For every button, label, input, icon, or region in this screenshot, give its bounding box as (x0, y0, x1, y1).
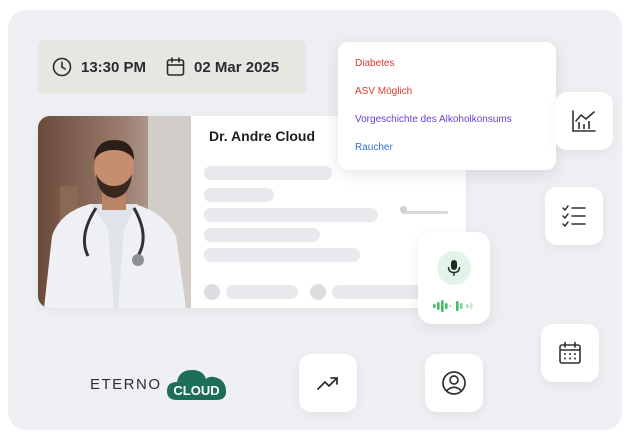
cloud-logo-icon: CLOUD (166, 370, 226, 400)
doctor-name: Dr. Andre Cloud (209, 128, 316, 144)
placeholder-line (204, 248, 360, 262)
analytics-button[interactable] (555, 92, 613, 150)
audio-waveform (433, 300, 473, 312)
time-display: 13:30 PM (52, 57, 146, 77)
tag-smoker[interactable]: Raucher (355, 141, 556, 169)
calendar-small-icon (166, 57, 185, 76)
date-display: 02 Mar 2025 (166, 57, 279, 77)
placeholder-line (204, 188, 274, 202)
avatar-placeholder (310, 284, 326, 300)
bar-chart-icon (572, 110, 596, 132)
placeholder-line (204, 166, 332, 180)
brand-logo: ETERNO CLOUD (90, 362, 229, 406)
voice-record-button[interactable] (418, 232, 490, 324)
checklist-icon (562, 205, 586, 228)
diagnosis-tags-card: Diabetes ASV Möglich Vorgeschichte des A… (338, 42, 556, 170)
microphone-icon (447, 260, 461, 276)
datetime-bar: 13:30 PM 02 Mar 2025 (38, 40, 306, 94)
progress-dot (400, 206, 407, 213)
logo-cloud-text: CLOUD (173, 383, 219, 398)
placeholder-line (226, 285, 298, 299)
user-circle-icon (442, 371, 466, 395)
mic-circle (437, 251, 471, 285)
profile-button[interactable] (425, 354, 483, 412)
placeholder-line (204, 208, 378, 222)
checklist-button[interactable] (545, 187, 603, 245)
progress-line (402, 211, 448, 214)
time-text: 13:30 PM (81, 58, 147, 76)
calendar-button[interactable] (541, 324, 599, 382)
placeholder-line (204, 228, 320, 242)
clock-icon (52, 57, 72, 77)
date-text: 02 Mar 2025 (194, 58, 280, 76)
calendar-icon (559, 341, 581, 364)
tag-alcohol-history[interactable]: Vorgeschichte des Alkoholkonsums (355, 113, 556, 141)
placeholder-line (332, 285, 428, 299)
doctor-photo (38, 116, 191, 308)
tag-asv-moeglich[interactable]: ASV Möglich (355, 85, 556, 113)
trending-up-icon (317, 377, 338, 390)
tag-diabetes[interactable]: Diabetes (355, 57, 556, 85)
logo-text: ETERNO (90, 375, 162, 393)
avatar-placeholder (204, 284, 220, 300)
trend-button[interactable] (299, 354, 357, 412)
